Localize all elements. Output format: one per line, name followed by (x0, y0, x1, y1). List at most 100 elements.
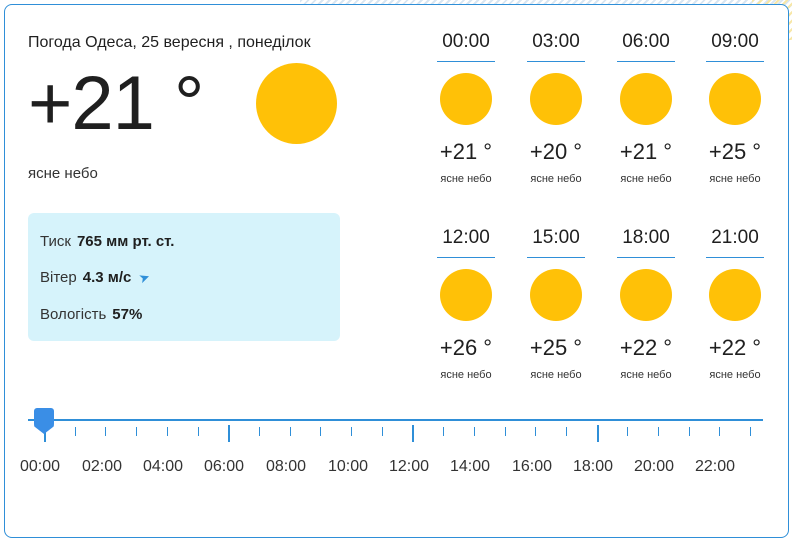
wind-row: Вітер 4.3 м/с ➤ (40, 268, 153, 287)
forecast-temp: +25 ° (708, 139, 762, 164)
sun-icon (530, 269, 582, 321)
slider-label: 10:00 (328, 458, 369, 475)
forecast-slot-2100[interactable]: 21:00 +22 ° ясне небо (705, 227, 765, 381)
forecast-temp: +21 ° (439, 139, 493, 164)
divider (437, 257, 495, 258)
slider-tick (105, 427, 107, 436)
divider (527, 257, 585, 258)
forecast-temp: +25 ° (529, 335, 583, 360)
slider-label: 16:00 (512, 458, 553, 475)
forecast-slot-1500[interactable]: 15:00 +25 ° ясне небо (526, 227, 586, 381)
wind-value: 4.3 м/с (82, 269, 132, 286)
slider-handle[interactable] (34, 408, 54, 434)
sun-icon (709, 269, 761, 321)
divider (617, 257, 675, 258)
forecast-temp: +21 ° (619, 139, 673, 164)
forecast-temp: +20 ° (529, 139, 583, 164)
forecast-slot-1800[interactable]: 18:00 +22 ° ясне небо (616, 227, 676, 381)
slider-tick (381, 427, 383, 436)
slider-tick (320, 427, 322, 436)
sun-icon (620, 73, 672, 125)
forecast-desc: ясне небо (440, 369, 492, 381)
pressure-label: Тиск (40, 233, 71, 250)
forecast-time: 03:00 (532, 31, 580, 52)
slider-label: 08:00 (266, 458, 307, 475)
forecast-slot-0600[interactable]: 06:00 +21 ° ясне небо (616, 31, 676, 185)
forecast-time: 12:00 (442, 227, 490, 248)
sun-icon (530, 73, 582, 125)
forecast-slot-0000[interactable]: 00:00 +21 ° ясне небо (436, 31, 496, 185)
sun-icon (256, 63, 337, 144)
slider-tick (443, 427, 445, 436)
humidity-value: 57% (112, 306, 143, 323)
sun-icon (709, 73, 761, 125)
current-condition: ясне небо (28, 165, 98, 182)
slider-tick (627, 427, 629, 436)
forecast-desc: ясне небо (709, 369, 761, 381)
slider-tick (228, 425, 231, 442)
slider-tick (535, 427, 537, 436)
slider-tick (750, 427, 752, 436)
slider-tick (473, 427, 475, 436)
slider-label: 04:00 (143, 458, 184, 475)
humidity-label: Вологість (40, 306, 107, 323)
pressure-value: 765 мм рт. ст. (76, 233, 175, 250)
forecast-desc: ясне небо (709, 173, 761, 185)
forecast-desc: ясне небо (620, 173, 672, 185)
forecast-slot-0900[interactable]: 09:00 +25 ° ясне небо (705, 31, 765, 185)
forecast-time: 06:00 (622, 31, 670, 52)
forecast-time: 18:00 (622, 227, 670, 248)
forecast-temp: +22 ° (619, 335, 673, 360)
slider-track[interactable] (28, 419, 763, 421)
slider-label: 00:00 (20, 458, 61, 475)
slider-label: 12:00 (389, 458, 430, 475)
slider-tick (565, 427, 567, 436)
divider (706, 61, 764, 62)
slider-tick (136, 427, 138, 436)
forecast-slot-0300[interactable]: 03:00 +20 ° ясне небо (526, 31, 586, 185)
pressure-row: Тиск 765 мм рт. ст. (40, 233, 174, 250)
forecast-desc: ясне небо (440, 173, 492, 185)
slider-tick (197, 427, 199, 436)
slider-tick (504, 427, 506, 436)
forecast-desc: ясне небо (620, 369, 672, 381)
slider-label: 20:00 (634, 458, 675, 475)
wind-direction-icon: ➤ (136, 268, 153, 287)
divider (437, 61, 495, 62)
slider-tick (74, 427, 76, 436)
current-temperature: +21 ° (28, 61, 204, 146)
slider-tick (719, 427, 721, 436)
slider-label: 06:00 (204, 458, 245, 475)
forecast-time: 15:00 (532, 227, 580, 248)
slider-tick (258, 427, 260, 436)
forecast-desc: ясне небо (530, 369, 582, 381)
slider-tick (688, 427, 690, 436)
humidity-row: Вологість 57% (40, 306, 142, 323)
divider (617, 61, 675, 62)
location-date-title: Погода Одеса, 25 вересня , понеділок (28, 34, 311, 51)
forecast-time: 21:00 (711, 227, 759, 248)
forecast-time: 00:00 (442, 31, 490, 52)
forecast-temp: +22 ° (708, 335, 762, 360)
sun-icon (440, 269, 492, 321)
slider-label: 18:00 (573, 458, 614, 475)
sun-icon (620, 269, 672, 321)
divider (706, 257, 764, 258)
slider-tick (412, 425, 415, 442)
slider-tick (596, 425, 599, 442)
forecast-temp: +26 ° (439, 335, 493, 360)
divider (527, 61, 585, 62)
slider-label: 22:00 (695, 458, 736, 475)
slider-tick (658, 427, 659, 436)
details-panel: Тиск 765 мм рт. ст. Вітер 4.3 м/с ➤ Вологіс… (28, 213, 340, 341)
slider-tick (351, 427, 352, 436)
forecast-desc: ясне небо (530, 173, 582, 185)
forecast-time: 09:00 (711, 31, 759, 52)
wind-label: Вітер (40, 269, 77, 286)
time-slider[interactable] (28, 395, 763, 455)
forecast-slot-1200[interactable]: 12:00 +26 ° ясне небо (436, 227, 496, 381)
slider-label: 14:00 (450, 458, 491, 475)
slider-tick (289, 427, 291, 436)
slider-label: 02:00 (82, 458, 123, 475)
sun-icon (440, 73, 492, 125)
